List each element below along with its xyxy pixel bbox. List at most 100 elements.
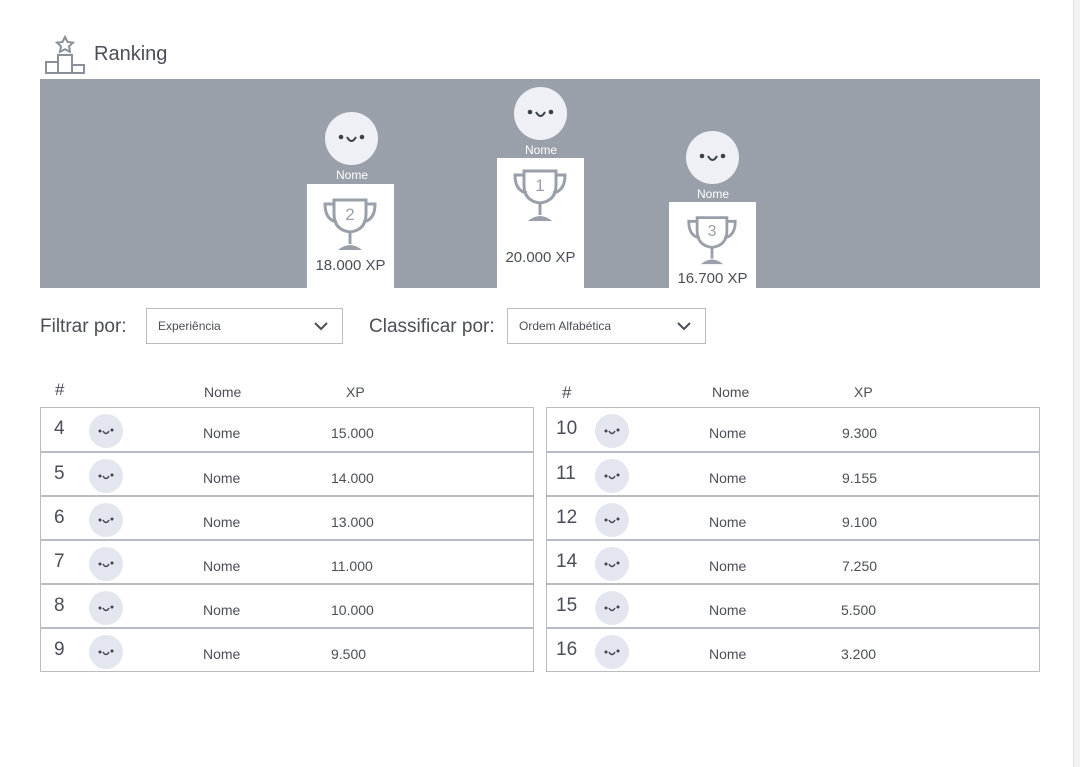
row-name: Nome bbox=[203, 470, 241, 486]
row-name: Nome bbox=[709, 646, 747, 662]
row-name: Nome bbox=[709, 425, 747, 441]
smiley-avatar-icon bbox=[98, 649, 114, 656]
filter-select-value: Experiência bbox=[158, 319, 221, 333]
podium-xp-second: 18.000 XP bbox=[315, 257, 386, 274]
table-row[interactable]: 15 Nome 5.500 bbox=[547, 583, 1039, 627]
table-row[interactable]: 7 Nome 11.000 bbox=[41, 539, 533, 583]
avatar bbox=[89, 591, 123, 625]
table-row[interactable]: 6 Nome 13.000 bbox=[41, 495, 533, 539]
row-name: Nome bbox=[203, 602, 241, 618]
row-name: Nome bbox=[709, 514, 747, 530]
smiley-avatar-icon bbox=[338, 134, 365, 142]
sort-select[interactable]: Ordem Alfabética bbox=[507, 308, 706, 344]
smiley-avatar-icon bbox=[604, 605, 620, 612]
row-xp: 5.500 bbox=[841, 602, 877, 618]
smiley-avatar-icon bbox=[604, 649, 620, 656]
row-rank: 14 bbox=[556, 551, 578, 572]
podium-rank-third: 3 bbox=[708, 223, 717, 240]
filter-label: Filtrar por: bbox=[40, 316, 127, 337]
row-name: Nome bbox=[709, 558, 747, 574]
avatar bbox=[595, 414, 629, 448]
table-row[interactable]: 4 Nome 15.000 bbox=[41, 408, 533, 451]
row-rank: 16 bbox=[556, 639, 578, 660]
podium-avatar-first[interactable] bbox=[514, 87, 567, 140]
podium-pillar-second: 2 18.000 XP bbox=[307, 184, 394, 288]
table-row[interactable]: 9 Nome 9.500 bbox=[41, 627, 533, 671]
podium-pillar-third: 3 16.700 XP bbox=[669, 202, 756, 288]
podium-name-second: Nome bbox=[335, 168, 368, 182]
filter-select[interactable]: Experiência bbox=[146, 308, 343, 344]
row-xp: 15.000 bbox=[331, 425, 374, 441]
row-xp: 9.300 bbox=[842, 425, 878, 441]
smiley-avatar-icon bbox=[98, 561, 114, 568]
table-body: 10 Nome 9.300 11 Nome 9.155 12 Nome 9.10… bbox=[546, 407, 1040, 672]
row-xp: 7.250 bbox=[842, 558, 878, 574]
sort-label: Classificar por: bbox=[369, 316, 495, 337]
row-xp: 9.155 bbox=[842, 470, 878, 486]
trophy-icon: 3 bbox=[682, 212, 742, 271]
row-name: Nome bbox=[203, 514, 241, 530]
podium-xp-third: 16.700 XP bbox=[677, 270, 748, 287]
page-title: Ranking bbox=[94, 42, 168, 65]
row-xp: 13.000 bbox=[331, 514, 374, 530]
avatar bbox=[595, 459, 629, 493]
row-name: Nome bbox=[203, 646, 241, 662]
table-row[interactable]: 14 Nome 7.250 bbox=[547, 539, 1039, 583]
podium-pillar-first: 1 20.000 XP bbox=[497, 158, 584, 288]
podium-xp-first: 20.000 XP bbox=[505, 249, 576, 266]
row-xp: 14.000 bbox=[331, 470, 374, 486]
row-rank: 6 bbox=[54, 507, 65, 528]
podium-name-first: Nome bbox=[524, 143, 557, 157]
smiley-avatar-icon bbox=[98, 605, 114, 612]
podium-banner: Nome 2 18.000 XP Nome 1 20.000 XP Nome 3… bbox=[40, 79, 1040, 288]
avatar bbox=[89, 547, 123, 581]
row-xp: 3.200 bbox=[841, 646, 877, 662]
avatar bbox=[595, 635, 629, 669]
smiley-avatar-icon bbox=[98, 473, 114, 480]
row-name: Nome bbox=[203, 425, 241, 441]
trophy-icon: 1 bbox=[510, 165, 570, 228]
table-body: 4 Nome 15.000 5 Nome 14.000 6 Nome 13.00… bbox=[40, 407, 534, 672]
avatar bbox=[595, 547, 629, 581]
avatar bbox=[89, 414, 123, 448]
column-header-rank: # bbox=[55, 380, 65, 399]
sort-select-value: Ordem Alfabética bbox=[519, 319, 612, 333]
row-xp: 10.000 bbox=[331, 602, 374, 618]
avatar bbox=[89, 635, 123, 669]
table-row[interactable]: 11 Nome 9.155 bbox=[547, 451, 1039, 495]
avatar bbox=[89, 459, 123, 493]
podium-avatar-second[interactable] bbox=[325, 112, 378, 165]
row-rank: 4 bbox=[54, 418, 65, 439]
row-rank: 9 bbox=[54, 639, 65, 660]
smiley-avatar-icon bbox=[604, 561, 620, 568]
podium-avatar-third[interactable] bbox=[686, 131, 739, 184]
table-row[interactable]: 16 Nome 3.200 bbox=[547, 627, 1039, 671]
trophy-icon: 2 bbox=[320, 194, 380, 257]
table-row[interactable]: 10 Nome 9.300 bbox=[547, 408, 1039, 451]
row-rank: 11 bbox=[556, 463, 576, 484]
smiley-avatar-icon bbox=[604, 428, 620, 435]
smiley-avatar-icon bbox=[98, 517, 114, 524]
scrollbar-edge[interactable] bbox=[1073, 0, 1080, 767]
row-xp: 9.100 bbox=[842, 514, 878, 530]
table-row[interactable]: 12 Nome 9.100 bbox=[547, 495, 1039, 539]
row-rank: 10 bbox=[556, 418, 578, 439]
page-header: Ranking bbox=[44, 34, 167, 74]
row-name: Nome bbox=[709, 602, 747, 618]
table-row[interactable]: 8 Nome 10.000 bbox=[41, 583, 533, 627]
row-rank: 7 bbox=[54, 551, 65, 572]
smiley-avatar-icon bbox=[604, 517, 620, 524]
table-row[interactable]: 5 Nome 14.000 bbox=[41, 451, 533, 495]
smiley-avatar-icon bbox=[98, 428, 114, 435]
chevron-down-icon bbox=[314, 322, 328, 331]
avatar bbox=[89, 503, 123, 537]
podium-rank-first: 1 bbox=[535, 176, 544, 195]
column-header-name: Nome bbox=[204, 384, 242, 400]
column-header-rank: # bbox=[562, 383, 572, 402]
chevron-down-icon bbox=[677, 322, 691, 331]
column-header-name: Nome bbox=[712, 384, 750, 400]
row-rank: 8 bbox=[54, 595, 65, 616]
row-xp: 9.500 bbox=[331, 646, 367, 662]
podium-icon bbox=[44, 34, 86, 74]
row-name: Nome bbox=[709, 470, 747, 486]
